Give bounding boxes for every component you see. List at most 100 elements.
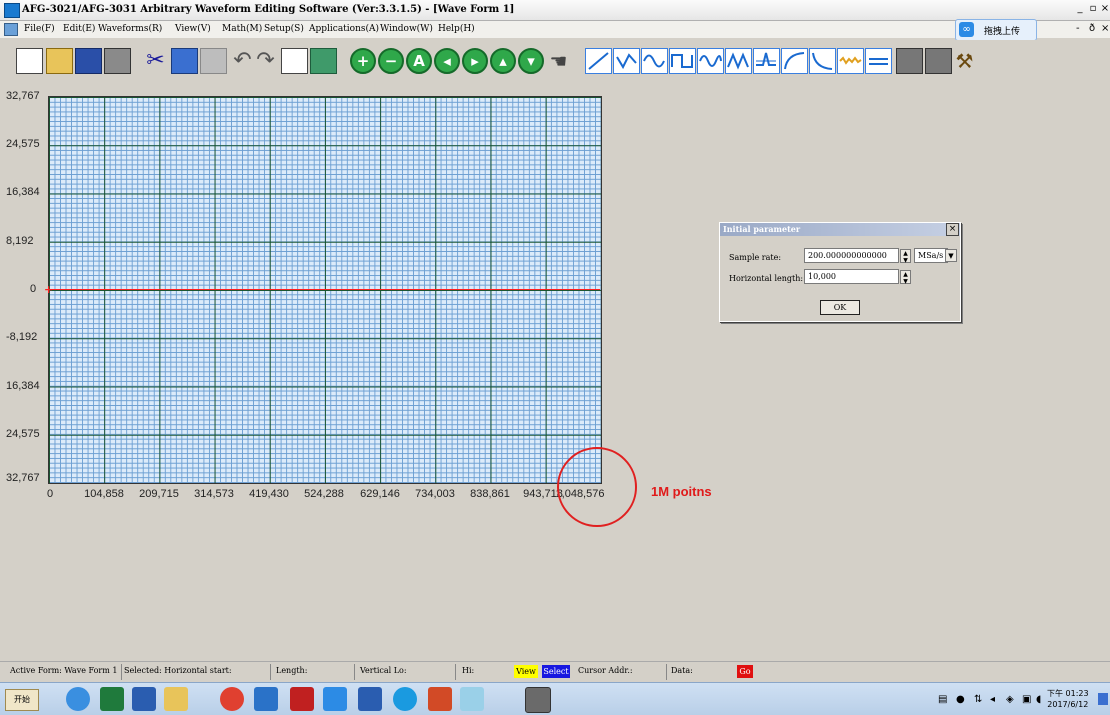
scroll-up-icon[interactable]: ▴ [490, 48, 516, 74]
initial-parameter-dialog: Initial parameter × Sample rate: 200.000… [719, 222, 961, 322]
freehand-line-icon[interactable] [585, 48, 612, 74]
go-button[interactable]: Go [737, 665, 753, 678]
sample-rate-spinner[interactable]: ▲ ▼ [900, 249, 911, 264]
horizontal-length-input[interactable]: 10,000 [804, 269, 899, 284]
y-tick-label: -8,192 [6, 331, 38, 343]
scroll-down-icon[interactable]: ▾ [518, 48, 544, 74]
word-icon[interactable] [358, 687, 382, 711]
scroll-right-icon[interactable]: ▸ [462, 48, 488, 74]
new-file-icon[interactable] [16, 48, 43, 74]
cut-scissors-icon[interactable]: ✂ [142, 48, 169, 74]
tray-monitor-icon[interactable]: ▣ [1022, 694, 1031, 705]
menu-file[interactable]: File(F) [24, 24, 55, 34]
save-disk-icon[interactable] [75, 48, 102, 74]
mdi-restore-button[interactable]: - [1076, 23, 1080, 34]
printer-icon[interactable] [104, 48, 131, 74]
dialog-close-button[interactable]: × [946, 223, 959, 236]
damped-wave-icon[interactable] [697, 48, 724, 74]
y-tick-label: 8,192 [6, 235, 34, 247]
horizontal-length-spinner[interactable]: ▲ ▼ [900, 270, 911, 285]
waveform-app-icon[interactable] [525, 687, 551, 713]
document-icon [4, 23, 18, 36]
skype-icon[interactable] [393, 687, 417, 711]
cloud-upload-button[interactable]: ∞ 拖拽上传 [955, 19, 1037, 41]
outlook-icon[interactable] [132, 687, 156, 711]
excel-icon[interactable] [100, 687, 124, 711]
zoom-all-icon[interactable]: A [406, 48, 432, 74]
exp-rise-icon[interactable] [781, 48, 808, 74]
show-desktop-icon[interactable] [1098, 693, 1108, 705]
chrome-icon[interactable] [220, 687, 244, 711]
menu-setup[interactable]: Setup(S) [264, 24, 304, 34]
sample-rate-input[interactable]: 200.000000000000 [804, 248, 899, 263]
redo-icon[interactable]: ↷ [252, 48, 279, 74]
waveform-view-icon[interactable] [281, 48, 308, 74]
status-separator [354, 664, 355, 680]
menu-applications[interactable]: Applications(A) [309, 24, 379, 34]
clock[interactable]: 下午 01:23 2017/6/12 [1047, 688, 1089, 710]
powerpoint-icon[interactable] [428, 687, 452, 711]
zero-line [48, 289, 600, 290]
status-active-form: Active Form: Wave Form 1 [10, 666, 118, 675]
menu-help[interactable]: Help(H) [438, 24, 475, 34]
dc-level-icon[interactable] [865, 48, 892, 74]
menu-edit[interactable]: Edit(E) [63, 24, 95, 34]
zoom-out-icon[interactable]: − [378, 48, 404, 74]
noise-icon[interactable] [837, 48, 864, 74]
explorer-folder-icon[interactable] [164, 687, 188, 711]
pulse-wave-icon[interactable] [753, 48, 780, 74]
tray-volume-icon[interactable]: ◖ [1036, 694, 1041, 705]
waveform-image-icon[interactable] [310, 48, 337, 74]
status-cursor-addr: Cursor Addr.: [578, 666, 633, 675]
point-draw-icon[interactable] [613, 48, 640, 74]
cloud-icon: ∞ [959, 22, 974, 37]
copy-clipboard-icon[interactable] [171, 48, 198, 74]
chevron-down-icon[interactable]: ▼ [945, 249, 957, 262]
menu-window[interactable]: Window(W) [380, 24, 433, 34]
tray-security-icon[interactable]: ◈ [1006, 694, 1014, 705]
tray-network-icon[interactable]: ⇅ [974, 694, 982, 705]
tools-icon[interactable]: ⚒ [951, 48, 978, 74]
pan-hand-icon[interactable]: ☚ [545, 48, 572, 74]
menu-waveforms[interactable]: Waveforms(R) [98, 24, 162, 34]
dialog-title: Initial parameter [723, 224, 801, 234]
triangle-wave-icon[interactable] [725, 48, 752, 74]
y-tick-label: 16,384 [6, 186, 40, 198]
mdi-close-button[interactable]: × [1101, 23, 1109, 34]
ie-icon[interactable] [66, 687, 90, 711]
paste-icon[interactable] [200, 48, 227, 74]
ok-button[interactable]: OK [820, 300, 860, 315]
y-tick-label: 0 [30, 283, 37, 295]
instrument-icon[interactable] [925, 48, 952, 74]
sample-rate-label: Sample rate: [729, 253, 782, 262]
exp-fall-icon[interactable] [809, 48, 836, 74]
minimize-button[interactable]: _ [1074, 3, 1086, 15]
open-folder-icon[interactable] [46, 48, 73, 74]
square-wave-icon[interactable] [669, 48, 696, 74]
waveform-grid[interactable] [48, 96, 602, 484]
restore-button[interactable]: ▫ [1087, 3, 1099, 15]
select-button[interactable]: Select [542, 665, 570, 678]
tray-help-icon[interactable]: ● [956, 694, 965, 705]
outlook-alt-icon[interactable] [254, 687, 278, 711]
menu-view[interactable]: View(V) [175, 24, 211, 34]
baidu-cloud-icon[interactable] [323, 687, 347, 711]
tray-arrow-icon[interactable]: ◂ [990, 694, 995, 705]
filezilla-icon[interactable] [290, 687, 314, 711]
x-tick-label: 838,861 [470, 488, 510, 500]
y-tick-label: 24,575 [6, 428, 40, 440]
tray-keyboard-icon[interactable]: ▤ [938, 694, 947, 705]
connection-icon[interactable] [896, 48, 923, 74]
sample-rate-unit-select[interactable]: MSa/s [914, 248, 948, 263]
menu-math[interactable]: Math(M) [222, 24, 262, 34]
zoom-in-icon[interactable]: + [350, 48, 376, 74]
app-icon [4, 3, 20, 18]
mdi-sizer-button[interactable]: ð [1089, 23, 1095, 34]
scroll-left-icon[interactable]: ◂ [434, 48, 460, 74]
sine-wave-icon[interactable] [641, 48, 668, 74]
start-button[interactable]: 开始 [5, 689, 39, 711]
view-button[interactable]: View [514, 665, 538, 678]
dialog-title-bar[interactable]: Initial parameter × [720, 223, 960, 236]
paint-icon[interactable] [460, 687, 484, 711]
close-button[interactable]: × [1099, 3, 1110, 15]
